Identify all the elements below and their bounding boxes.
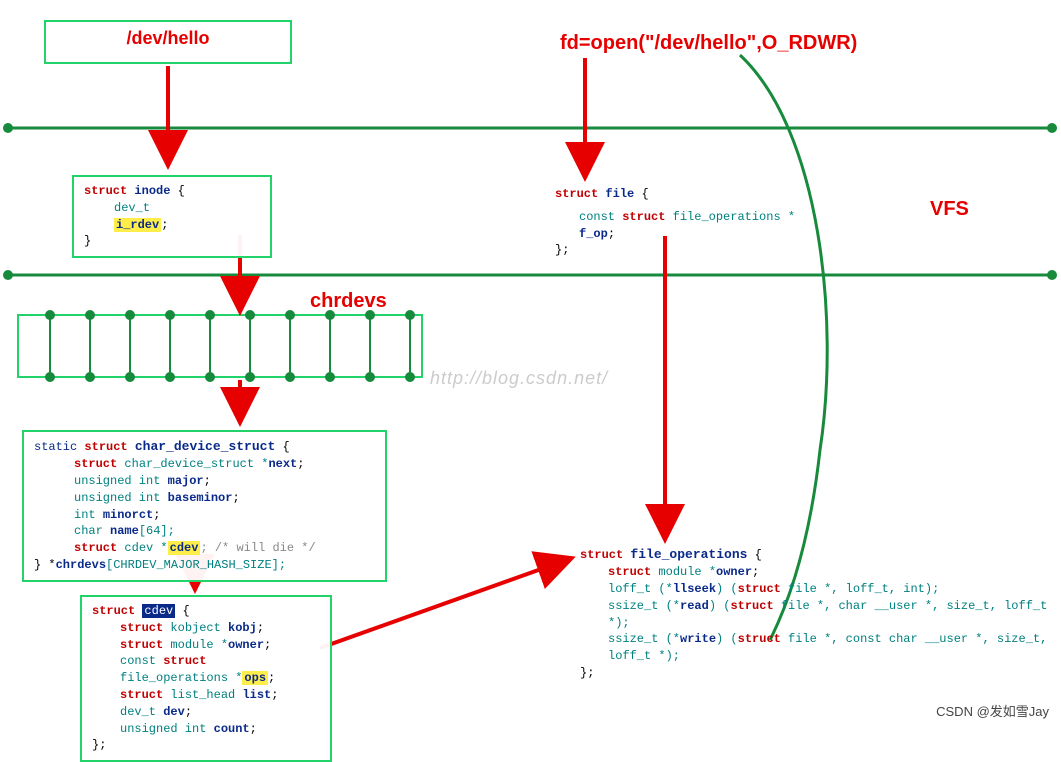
- vfs-label: VFS: [930, 198, 969, 221]
- struct-cdev-box: struct cdev { struct kobject kobj; struc…: [80, 595, 332, 762]
- chrdevs-label: chrdevs: [310, 290, 387, 313]
- cdev-ptr-field: cdev: [168, 541, 201, 555]
- ops-field: ops: [242, 671, 268, 685]
- open-call-text: fd=open("/dev/hello",O_RDWR): [560, 32, 857, 55]
- dev-path-text: /dev/hello: [126, 28, 209, 48]
- f-op-field: f_op: [579, 227, 608, 241]
- credit-text: CSDN @发如雪Jay: [936, 701, 1049, 720]
- file-operations-box: struct file_operations { struct module *…: [580, 546, 1050, 682]
- struct-file-box: struct file { const struct file_operatio…: [555, 186, 835, 259]
- watermark-text: http://blog.csdn.net/: [430, 368, 608, 389]
- dev-path-box: /dev/hello: [44, 20, 292, 64]
- char-device-struct-box: static struct char_device_struct { struc…: [22, 430, 387, 582]
- i-rdev-field: i_rdev: [114, 218, 161, 232]
- struct-inode-box: struct inode { dev_t i_rdev; }: [72, 175, 272, 258]
